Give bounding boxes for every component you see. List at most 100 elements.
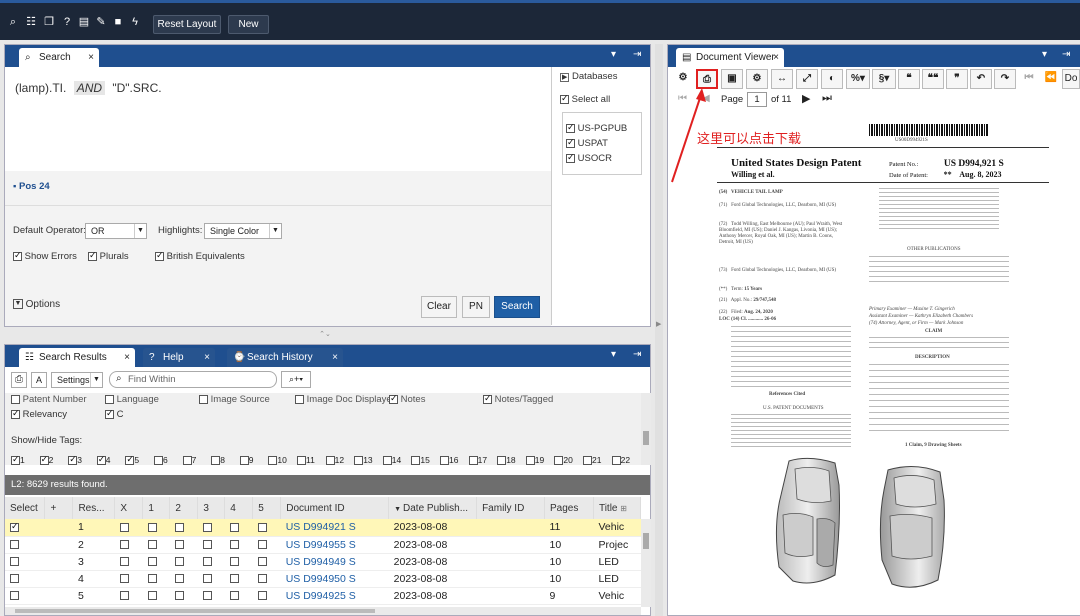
close-icon[interactable]: × [204,348,210,367]
row-document-id[interactable]: US D994925 S [280,587,389,605]
tab-search[interactable]: ⌕ Search × [19,48,99,67]
settings-select[interactable]: Settings ▼ [51,372,103,388]
row-tag-checkbox[interactable] [114,536,143,554]
row-tag-checkbox[interactable] [252,587,281,605]
section-icon[interactable]: §▾ [872,69,896,89]
field-image-doc-displayed[interactable]: Image Doc Displayed [295,394,397,405]
table-row[interactable]: 1 US D994921 S2023-08-08 11Vehic [5,519,641,537]
tag-checkbox-6[interactable]: 6 [154,455,168,465]
tag-checkbox-15[interactable]: 15 [411,455,430,465]
fields-scrollbar[interactable] [641,393,651,465]
col-1[interactable]: 1 [142,497,171,519]
col-pages[interactable]: Pages [544,497,594,519]
clear-button[interactable]: Clear [421,296,457,318]
databases-label[interactable]: ▶ Databases [560,71,617,82]
last-page-icon[interactable]: ⏭ [822,92,832,105]
col-5[interactable]: 5 [252,497,282,519]
row-tag-checkbox[interactable] [197,587,225,605]
row-tag-checkbox[interactable] [142,570,170,588]
row-tag-checkbox[interactable] [114,587,143,605]
close-icon[interactable]: × [88,48,94,67]
row-select-checkbox[interactable] [5,536,45,554]
list-icon[interactable]: ▤ [77,15,91,29]
tag-checkbox-7[interactable]: 7 [182,455,196,465]
row-tag-checkbox[interactable] [169,587,198,605]
panel-menu-icon[interactable]: ⇥ [633,349,641,360]
default-operator-select[interactable]: OR ▼ [85,223,147,239]
row-tag-checkbox[interactable] [114,553,143,571]
row-tag-checkbox[interactable] [142,536,170,554]
panel-menu-icon[interactable]: ⇥ [633,49,641,60]
help-icon[interactable]: ? [60,15,74,29]
row-tag-checkbox[interactable] [197,536,225,554]
documents-icon[interactable]: ❐ [42,15,56,29]
db-uspgpub[interactable]: US-PGPUB [566,122,627,134]
row-document-id[interactable]: US D994950 S [280,570,389,588]
splitter-handle[interactable]: ⌃⌄ [310,330,340,338]
field-relevancy[interactable]: Relevancy [11,408,67,420]
field-image-source[interactable]: Image Source [199,394,270,405]
row-tag-checkbox[interactable] [114,570,143,588]
close-icon[interactable]: × [773,48,779,67]
window-icon[interactable]: ■ [111,15,125,29]
col-4[interactable]: 4 [224,497,254,519]
table-row[interactable]: 3 US D994949 S 2023-08-08 10 LED [5,553,641,571]
tab-search-results[interactable]: ☷ Search Results × [19,348,135,367]
print-icon[interactable]: ⎙ [11,372,27,388]
row-select-checkbox[interactable] [5,519,45,537]
panel-menu-icon[interactable]: ⇥ [1062,49,1070,60]
dropdown-icon[interactable]: ▾ [1042,49,1047,60]
row-tag-checkbox[interactable] [142,587,170,605]
row-tag-checkbox[interactable] [169,570,198,588]
tag-checkbox-14[interactable]: 14 [382,455,401,465]
row-document-id[interactable]: US D994949 S [280,553,389,571]
row-select-checkbox[interactable] [5,553,45,571]
tag-checkbox-1[interactable]: 1 [11,454,25,465]
highlights-select[interactable]: Single Color ▼ [204,223,282,239]
tag-checkbox-16[interactable]: 16 [440,455,458,465]
row-tag-checkbox[interactable] [169,536,198,554]
undo-icon[interactable]: ↶ [970,69,992,89]
col-select[interactable]: Select [5,497,46,519]
tag-checkbox-12[interactable]: 12 [325,455,344,465]
row-tag-checkbox[interactable] [197,570,225,588]
redo-icon[interactable]: ↷ [994,69,1016,89]
col-date-published[interactable]: ▼ Date Publish... [388,497,478,519]
vertical-splitter[interactable] [655,44,663,616]
search-icon[interactable]: ⌕ [6,15,20,29]
prev-doc-icon[interactable]: ⏪ [1040,69,1062,89]
flash-icon[interactable]: ϟ [128,15,142,29]
db-uspat[interactable]: USPAT [566,137,608,149]
collapse-right-icon[interactable]: ▶ [656,320,661,328]
row-tag-checkbox[interactable] [224,519,253,537]
find-within-input[interactable]: ⌕ Find Within [109,371,277,388]
field-patent-number[interactable]: Patent Number [11,394,87,405]
row-tag-checkbox[interactable] [114,519,143,537]
plurals-checkbox[interactable]: Plurals [88,250,129,262]
pn-button[interactable]: PN [462,296,490,318]
row-document-id[interactable]: US D994921 S [280,519,389,537]
col-result[interactable]: Res... [72,497,116,519]
close-icon[interactable]: × [124,348,130,367]
row-tag-checkbox[interactable] [197,553,225,571]
row-tag-checkbox[interactable] [252,570,281,588]
tab-document-viewer[interactable]: ▤ Document Viewer × [676,48,784,67]
field-notes[interactable]: Notes [389,393,425,405]
table-hscrollbar[interactable] [5,607,641,615]
dropdown-icon[interactable]: ▾ [611,49,616,60]
query-text[interactable]: (lamp).TI. AND "D".SRC. [15,81,162,95]
tag-checkbox-19[interactable]: 19 [525,455,544,465]
table-row[interactable]: 5 US D994925 S 2023-08-08 9 Vehic [5,587,641,605]
double-quote-icon[interactable]: ❝❝ [922,69,944,89]
row-tag-checkbox[interactable] [197,519,225,537]
row-tag-checkbox[interactable] [252,519,281,537]
col-family-id[interactable]: Family ID [476,497,545,519]
row-tag-checkbox[interactable] [142,519,170,537]
row-select-checkbox[interactable] [5,570,45,588]
field-notes-tagged[interactable]: Notes/Tagged [483,393,553,405]
table-scrollbar[interactable] [641,519,651,607]
edit-icon[interactable]: ✎ [94,15,108,29]
col-title[interactable]: Title ⊞ [593,497,642,519]
search-button[interactable]: Search [494,296,540,318]
tag-checkbox-5[interactable]: 5 [125,454,139,465]
